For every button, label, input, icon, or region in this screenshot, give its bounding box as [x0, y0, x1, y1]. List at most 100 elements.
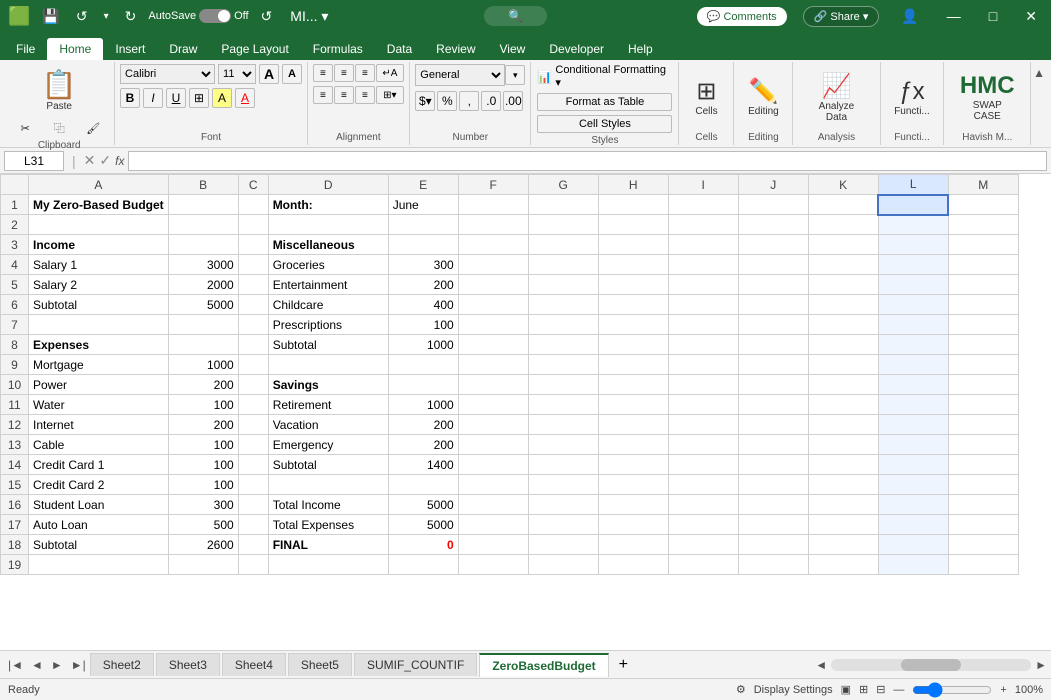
grid-cell[interactable] [808, 255, 878, 275]
grid-cell[interactable] [808, 475, 878, 495]
grid-cell[interactable]: 200 [388, 275, 458, 295]
grid-cell[interactable] [738, 315, 808, 335]
sheet-tab-zerobased[interactable]: ZeroBasedBudget [479, 653, 608, 677]
grid-cell[interactable]: Expenses [29, 335, 169, 355]
grid-cell[interactable] [878, 495, 948, 515]
grid-cell[interactable] [808, 495, 878, 515]
grid-cell[interactable]: Subtotal [29, 535, 169, 555]
border-button[interactable]: ⊞ [189, 88, 209, 108]
display-settings-icon[interactable]: ⚙ [736, 683, 746, 696]
grid-cell[interactable] [268, 475, 388, 495]
paste-button[interactable]: 📋 Paste [34, 64, 85, 116]
col-header-j[interactable]: J [738, 175, 808, 195]
row-number[interactable]: 12 [1, 415, 29, 435]
grid-cell[interactable] [668, 355, 738, 375]
minimize-button[interactable]: — [941, 6, 967, 26]
grow-font-button[interactable]: A [259, 64, 279, 84]
grid-cell[interactable] [668, 335, 738, 355]
grid-cell[interactable]: Auto Loan [29, 515, 169, 535]
row-number[interactable]: 15 [1, 475, 29, 495]
grid-cell[interactable] [458, 255, 528, 275]
grid-cell[interactable]: 1400 [388, 455, 458, 475]
grid-cell[interactable]: 200 [388, 435, 458, 455]
grid-cell[interactable]: 5000 [388, 495, 458, 515]
grid-cell[interactable] [668, 455, 738, 475]
grid-cell[interactable] [528, 415, 598, 435]
tab-view[interactable]: View [488, 38, 538, 60]
grid-cell[interactable]: Power [29, 375, 169, 395]
grid-cell[interactable] [29, 215, 169, 235]
grid-cell[interactable] [528, 495, 598, 515]
grid-cell[interactable] [808, 315, 878, 335]
grid-cell[interactable] [238, 195, 268, 215]
undo-arrow[interactable]: ▾ [98, 9, 115, 24]
grid-cell[interactable]: Groceries [268, 255, 388, 275]
row-number[interactable]: 16 [1, 495, 29, 515]
grid-cell[interactable] [598, 195, 668, 215]
sheet-nav-next[interactable]: ► [47, 658, 67, 672]
refresh-icon[interactable]: ↺ [255, 6, 279, 27]
row-number[interactable]: 1 [1, 195, 29, 215]
increase-decimal-btn[interactable]: .0 [481, 91, 501, 111]
grid-cell[interactable] [878, 555, 948, 575]
grid-cell[interactable] [808, 215, 878, 235]
grid-cell[interactable] [238, 315, 268, 335]
grid-cell[interactable] [238, 275, 268, 295]
grid-cell[interactable] [948, 335, 1018, 355]
grid-cell[interactable]: FINAL [268, 535, 388, 555]
grid-cell[interactable]: Subtotal [29, 295, 169, 315]
grid-cell[interactable] [458, 495, 528, 515]
row-number[interactable]: 9 [1, 355, 29, 375]
undo-icon[interactable]: ↺ [70, 6, 94, 27]
grid-cell[interactable] [668, 255, 738, 275]
grid-cell[interactable] [528, 435, 598, 455]
italic-button[interactable]: I [143, 88, 163, 108]
grid-cell[interactable] [738, 475, 808, 495]
grid-cell[interactable]: 500 [168, 515, 238, 535]
grid-cell[interactable] [598, 535, 668, 555]
cancel-icon[interactable]: ✕ [84, 152, 96, 169]
grid-cell[interactable] [878, 255, 948, 275]
normal-view-btn[interactable]: ▣ [841, 683, 851, 696]
grid-cell[interactable]: 3000 [168, 255, 238, 275]
percent-btn[interactable]: % [437, 91, 457, 111]
grid-cell[interactable] [738, 395, 808, 415]
align-top-left[interactable]: ≡ [313, 64, 333, 82]
grid-cell[interactable] [948, 455, 1018, 475]
grid-cell[interactable] [948, 395, 1018, 415]
col-header-c[interactable]: C [238, 175, 268, 195]
grid-cell[interactable] [878, 335, 948, 355]
grid-cell[interactable]: Credit Card 1 [29, 455, 169, 475]
grid-cell[interactable] [388, 475, 458, 495]
scroll-left-btn[interactable]: ◄ [815, 658, 827, 672]
col-header-b[interactable]: B [168, 175, 238, 195]
grid-cell[interactable] [29, 315, 169, 335]
tab-review[interactable]: Review [424, 38, 487, 60]
grid-cell[interactable] [388, 215, 458, 235]
grid-cell[interactable] [948, 255, 1018, 275]
sheet-tab-sheet2[interactable]: Sheet2 [90, 653, 154, 676]
cells-button[interactable]: ⊞ Cells [687, 73, 725, 121]
grid-cell[interactable] [878, 275, 948, 295]
grid-cell[interactable] [668, 195, 738, 215]
grid-cell[interactable] [528, 315, 598, 335]
grid-cell[interactable] [528, 535, 598, 555]
confirm-icon[interactable]: ✓ [99, 152, 111, 169]
maximize-button[interactable]: □ [983, 6, 1003, 26]
tab-data[interactable]: Data [375, 38, 424, 60]
grid-cell[interactable] [738, 195, 808, 215]
grid-cell[interactable] [878, 295, 948, 315]
grid-cell[interactable] [238, 335, 268, 355]
grid-cell[interactable] [948, 215, 1018, 235]
grid-cell[interactable] [238, 515, 268, 535]
grid-cell[interactable]: Mortgage [29, 355, 169, 375]
sheet-tab-sumif[interactable]: SUMIF_COUNTIF [354, 653, 477, 676]
grid-cell[interactable] [948, 435, 1018, 455]
grid-cell[interactable] [738, 255, 808, 275]
grid-cell[interactable]: 1000 [388, 395, 458, 415]
zoom-slider[interactable] [912, 682, 992, 698]
grid-cell[interactable] [458, 435, 528, 455]
grid-cell[interactable] [29, 555, 169, 575]
grid-cell[interactable] [878, 475, 948, 495]
grid-cell[interactable] [388, 375, 458, 395]
